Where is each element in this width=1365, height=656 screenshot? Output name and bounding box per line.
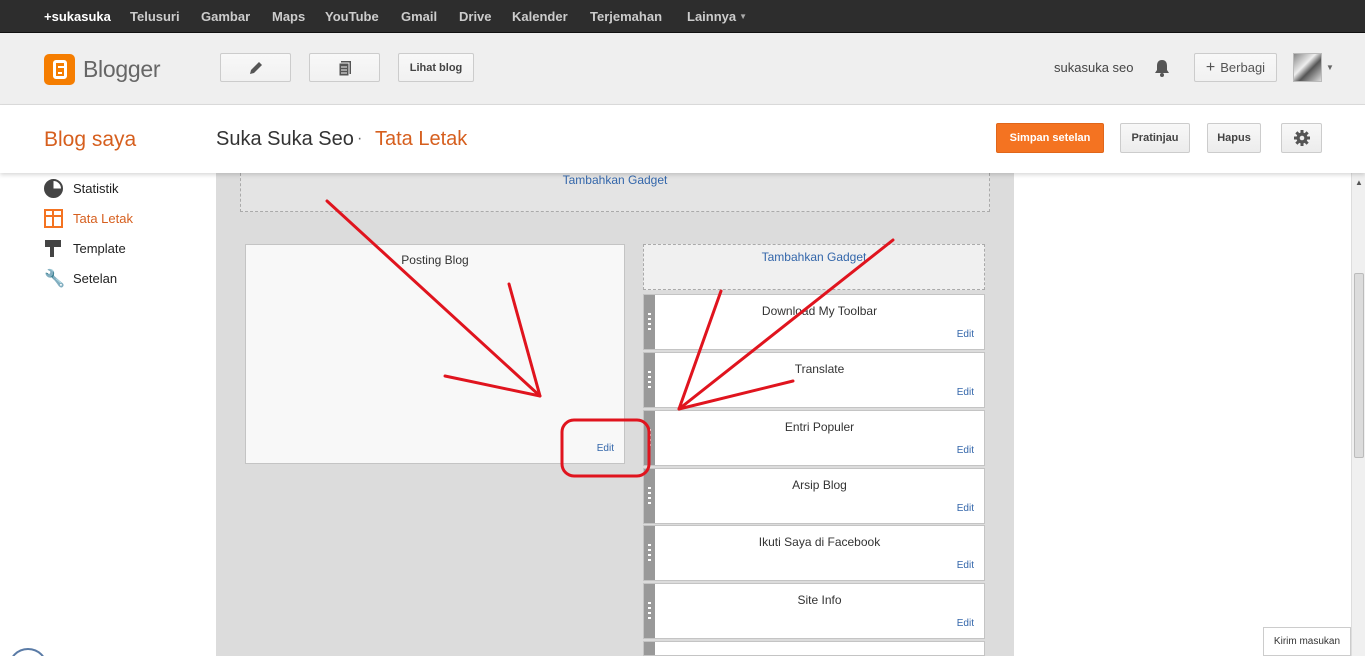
- gadget-title: Arsip Blog: [792, 478, 847, 492]
- sidebar-item-layout[interactable]: Tata Letak: [44, 209, 133, 228]
- edit-link[interactable]: Edit: [957, 445, 974, 456]
- preview-button[interactable]: Pratinjau: [1120, 123, 1190, 153]
- gbar-link-maps[interactable]: Maps: [272, 9, 305, 24]
- gadget-box[interactable]: Translate Edit: [643, 352, 985, 408]
- edit-link[interactable]: Edit: [597, 443, 614, 454]
- bell-icon[interactable]: [1152, 58, 1172, 83]
- right-pane: [1014, 173, 1351, 656]
- gadget-title: Ikuti Saya di Facebook: [758, 535, 881, 549]
- gadget-title: Translate: [794, 362, 845, 376]
- drag-handle-icon[interactable]: [644, 584, 655, 638]
- blogger-header: Blogger Lihat blog sukasuka seo + Berbagi…: [0, 33, 1365, 105]
- gadget-box[interactable]: Entri Populer Edit: [643, 410, 985, 466]
- gbar-link-translate[interactable]: Terjemahan: [590, 9, 662, 24]
- scroll-up-icon[interactable]: ▲: [1355, 178, 1363, 187]
- gbar-link-calendar[interactable]: Kalender: [512, 9, 568, 24]
- gadget-title: Download My Toolbar: [761, 304, 878, 318]
- plus-icon: +: [1205, 58, 1216, 76]
- pages-icon: [338, 60, 351, 76]
- share-button[interactable]: + Berbagi: [1194, 53, 1277, 82]
- sidebar-item-template[interactable]: Template: [44, 239, 126, 258]
- gbar-link-drive[interactable]: Drive: [459, 9, 492, 24]
- gbar-link-youtube[interactable]: YouTube: [325, 9, 379, 24]
- gadget-box[interactable]: Download My Toolbar Edit: [643, 294, 985, 350]
- save-arrangement-button[interactable]: Simpan setelan: [996, 123, 1104, 153]
- page-title: Tata Letak: [375, 128, 468, 150]
- drag-handle-icon[interactable]: [644, 469, 655, 523]
- left-sidebar: Statistik Tata Letak Template 🔧 Setelan: [0, 173, 216, 656]
- sidebar-item-settings[interactable]: 🔧 Setelan: [44, 269, 117, 288]
- sub-header: Blog saya Suka Suka Seo · Tata Letak Sim…: [0, 105, 1365, 173]
- feedback-button[interactable]: Kirim masukan: [1263, 627, 1351, 656]
- edit-link[interactable]: Edit: [957, 560, 974, 571]
- gadget-box-partial[interactable]: [643, 641, 985, 656]
- share-label: Berbagi: [1220, 60, 1266, 75]
- breadcrumb-separator: ·: [357, 130, 363, 147]
- gbar-link-gmail[interactable]: Gmail: [401, 9, 437, 24]
- edit-link[interactable]: Edit: [957, 387, 974, 398]
- sidebar-item-stats[interactable]: Statistik: [44, 179, 119, 198]
- sidebar-item-label: Statistik: [73, 181, 119, 196]
- gadget-title: Entri Populer: [784, 420, 855, 434]
- my-blogs-link[interactable]: Blog saya: [44, 128, 136, 152]
- view-blog-button[interactable]: Lihat blog: [398, 53, 474, 82]
- template-icon: [44, 239, 63, 258]
- gadget-box[interactable]: Site Info Edit: [643, 583, 985, 639]
- blog-posts-box: Posting Blog Edit: [245, 244, 625, 464]
- drag-handle-icon[interactable]: [644, 353, 655, 407]
- sidebar-add-gadget-area: Tambahkan Gadget: [643, 244, 985, 290]
- edit-link[interactable]: Edit: [957, 618, 974, 629]
- gadget-box[interactable]: Arsip Blog Edit: [643, 468, 985, 524]
- drag-handle-icon[interactable]: [644, 642, 655, 655]
- chevron-down-icon: ▼: [739, 12, 748, 21]
- user-name[interactable]: sukasuka seo: [1054, 60, 1134, 75]
- header-gadget-area: Tambahkan Gadget: [240, 173, 990, 212]
- sidebar-item-label: Template: [73, 241, 126, 256]
- gbar-more-label: Lainnya: [687, 9, 737, 24]
- gbar-link-profile[interactable]: +sukasuka: [44, 9, 111, 24]
- gear-icon: [1293, 130, 1310, 146]
- clear-button[interactable]: Hapus: [1207, 123, 1261, 153]
- gadget-title: Site Info: [797, 593, 842, 607]
- new-post-button[interactable]: [220, 53, 291, 82]
- google-bar: +sukasuka Telusuri Gambar Maps YouTube G…: [0, 0, 1365, 33]
- add-gadget-link[interactable]: Tambahkan Gadget: [644, 250, 984, 264]
- sidebar-item-label: Setelan: [73, 271, 118, 286]
- blog-title: Suka Suka Seo: [216, 128, 354, 150]
- settings-button[interactable]: [1281, 123, 1322, 153]
- chevron-down-icon[interactable]: ▼: [1326, 63, 1334, 72]
- avatar[interactable]: [1293, 53, 1322, 82]
- stats-icon: [44, 179, 63, 198]
- pencil-icon: [249, 61, 262, 74]
- gbar-link-more[interactable]: Lainnya ▼: [687, 9, 747, 24]
- edit-link[interactable]: Edit: [957, 503, 974, 514]
- layout-icon: [44, 209, 63, 228]
- gbar-link-search[interactable]: Telusuri: [130, 9, 180, 24]
- gadget-box[interactable]: Ikuti Saya di Facebook Edit: [643, 525, 985, 581]
- drag-handle-icon[interactable]: [644, 411, 655, 465]
- gbar-link-images[interactable]: Gambar: [201, 9, 250, 24]
- sidebar-item-label: Tata Letak: [73, 211, 133, 226]
- scrollbar-thumb[interactable]: [1354, 273, 1364, 458]
- edit-link[interactable]: Edit: [957, 329, 974, 340]
- drag-handle-icon[interactable]: [644, 526, 655, 580]
- blogger-logo-icon[interactable]: [44, 54, 75, 85]
- scrollbar[interactable]: ▲: [1351, 173, 1365, 656]
- box-title: Posting Blog: [401, 253, 469, 267]
- drag-handle-icon[interactable]: [644, 295, 655, 349]
- add-gadget-link[interactable]: Tambahkan Gadget: [241, 173, 989, 187]
- wrench-icon: 🔧: [44, 269, 66, 288]
- pages-button[interactable]: [309, 53, 380, 82]
- blogger-logo-text[interactable]: Blogger: [83, 56, 160, 83]
